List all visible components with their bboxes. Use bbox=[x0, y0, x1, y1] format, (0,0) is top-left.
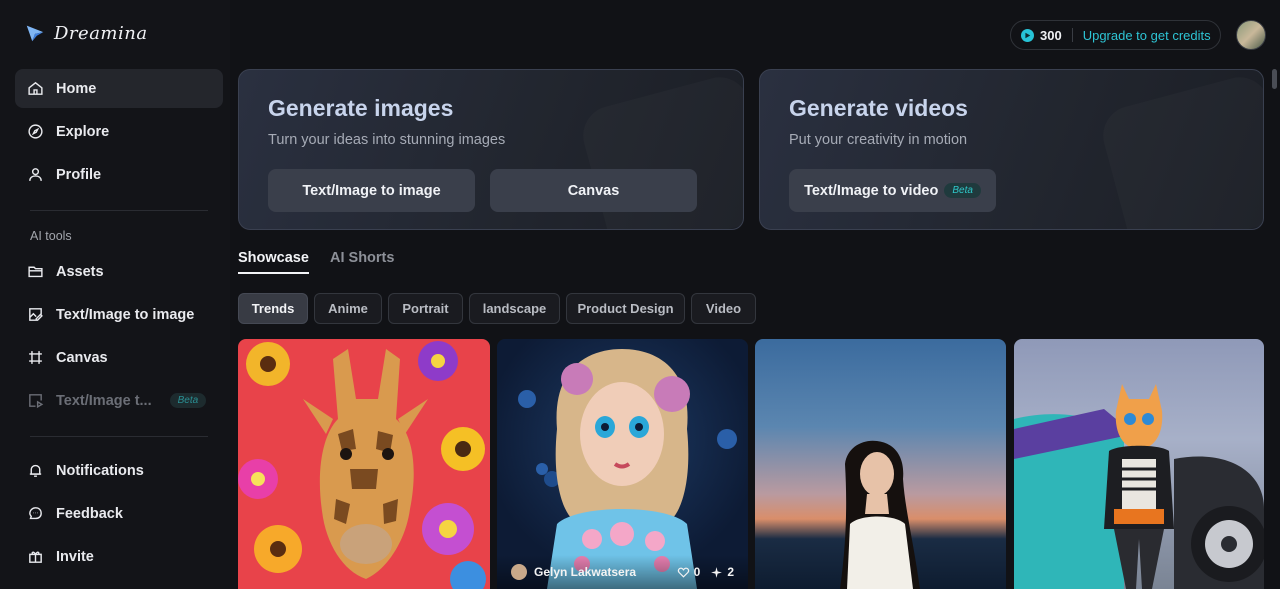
beta-badge: Beta bbox=[169, 393, 207, 408]
canvas-button[interactable]: Canvas bbox=[490, 169, 697, 212]
sidebar-item-notifications[interactable]: Notifications bbox=[15, 451, 223, 490]
sidebar-item-feedback[interactable]: Feedback bbox=[15, 494, 223, 533]
upgrade-link[interactable]: Upgrade to get credits bbox=[1083, 28, 1211, 43]
sidebar-item-profile[interactable]: Profile bbox=[15, 155, 223, 194]
hero-title: Generate videos bbox=[789, 95, 968, 121]
video-icon bbox=[26, 392, 44, 410]
sidebar-item-label: Notifications bbox=[56, 462, 144, 479]
tab-showcase[interactable]: Showcase bbox=[238, 250, 309, 274]
user-icon bbox=[26, 166, 44, 184]
hero-subtitle: Turn your ideas into stunning images bbox=[268, 132, 506, 148]
dreamina-logo-icon bbox=[26, 25, 44, 42]
hero-subtitle: Put your creativity in motion bbox=[789, 132, 968, 148]
home-icon bbox=[26, 80, 44, 98]
heart-icon bbox=[677, 567, 689, 578]
page-scrollbar[interactable] bbox=[1272, 69, 1277, 89]
credit-count: 300 bbox=[1040, 27, 1062, 43]
author-avatar[interactable] bbox=[511, 564, 527, 580]
sidebar-item-text-image-to-image[interactable]: Text/Image to image bbox=[15, 295, 223, 334]
logo[interactable]: Dreamina bbox=[24, 22, 148, 44]
sidebar-item-canvas[interactable]: Canvas bbox=[15, 338, 223, 377]
doll-image bbox=[518, 349, 737, 589]
sidebar-item-assets[interactable]: Assets bbox=[15, 252, 223, 291]
bell-icon bbox=[26, 462, 44, 480]
card-meta: Gelyn Lakwatsera 0 2 bbox=[497, 555, 748, 589]
canvas-icon bbox=[26, 349, 44, 367]
sidebar-item-text-image-to-video[interactable]: Text/Image t... Beta bbox=[15, 381, 223, 420]
sidebar-divider bbox=[30, 436, 208, 437]
image-edit-icon bbox=[26, 306, 44, 324]
sidebar-item-label: Explore bbox=[56, 123, 110, 140]
section-label-ai-tools: AI tools bbox=[30, 229, 72, 243]
decorative-shape bbox=[1096, 71, 1263, 229]
sidebar-item-label: Text/Image to image bbox=[56, 306, 195, 323]
remixes[interactable]: 2 bbox=[710, 565, 734, 579]
sidebar-item-label: Home bbox=[56, 80, 97, 97]
gallery-card-doll[interactable]: Gelyn Lakwatsera 0 2 bbox=[497, 339, 748, 589]
sidebar-item-label: Text/Image t... bbox=[56, 392, 152, 409]
sidebar: Dreamina Home Explore Profile AI tools A… bbox=[0, 0, 230, 589]
beach-portrait-image bbox=[840, 440, 920, 589]
likes-count: 0 bbox=[693, 565, 701, 579]
app-name: Dreamina bbox=[54, 22, 148, 44]
gift-icon bbox=[26, 548, 44, 566]
beta-badge: Beta bbox=[944, 183, 981, 198]
compass-icon bbox=[26, 123, 44, 141]
sidebar-item-invite[interactable]: Invite bbox=[15, 537, 223, 576]
folder-icon bbox=[26, 263, 44, 281]
sidebar-item-label: Profile bbox=[56, 166, 102, 183]
button-label: Text/Image to video bbox=[804, 182, 939, 199]
filter-landscape[interactable]: landscape bbox=[469, 293, 560, 324]
giraffe-image bbox=[238, 341, 486, 589]
author-name[interactable]: Gelyn Lakwatsera bbox=[534, 565, 667, 579]
credits-pill[interactable]: 300 Upgrade to get credits bbox=[1010, 20, 1221, 50]
user-avatar[interactable] bbox=[1236, 20, 1266, 50]
sidebar-item-explore[interactable]: Explore bbox=[15, 112, 223, 151]
cat-car-image bbox=[1014, 384, 1264, 589]
text-image-to-image-button[interactable]: Text/Image to image bbox=[268, 169, 475, 212]
sidebar-item-home[interactable]: Home bbox=[15, 69, 223, 108]
credit-icon bbox=[1021, 28, 1034, 42]
filter-anime[interactable]: Anime bbox=[314, 293, 382, 324]
filter-trends[interactable]: Trends bbox=[238, 293, 308, 324]
text-image-to-video-button[interactable]: Text/Image to video Beta bbox=[789, 169, 996, 212]
chat-icon bbox=[26, 505, 44, 523]
gallery-card-cat[interactable] bbox=[1014, 339, 1264, 589]
generate-images-card: Generate images Turn your ideas into stu… bbox=[238, 69, 744, 230]
tab-ai-shorts[interactable]: AI Shorts bbox=[330, 250, 394, 266]
filter-portrait[interactable]: Portrait bbox=[388, 293, 463, 324]
sidebar-divider bbox=[30, 210, 208, 211]
remixes-count: 2 bbox=[727, 565, 734, 579]
sidebar-item-label: Assets bbox=[56, 263, 104, 280]
gallery-card-beach-portrait[interactable] bbox=[755, 339, 1006, 589]
filter-product-design[interactable]: Product Design bbox=[566, 293, 685, 324]
sidebar-item-label: Feedback bbox=[56, 505, 123, 522]
gallery-card-giraffe[interactable] bbox=[238, 339, 490, 589]
sidebar-item-label: Canvas bbox=[56, 349, 108, 366]
credit-separator bbox=[1071, 28, 1073, 42]
likes[interactable]: 0 bbox=[677, 565, 701, 579]
hero-title: Generate images bbox=[268, 95, 454, 121]
sidebar-item-label: Invite bbox=[56, 548, 94, 565]
sparkle-icon bbox=[711, 566, 723, 578]
generate-videos-card: Generate videos Put your creativity in m… bbox=[759, 69, 1264, 230]
filter-video[interactable]: Video bbox=[691, 293, 756, 324]
